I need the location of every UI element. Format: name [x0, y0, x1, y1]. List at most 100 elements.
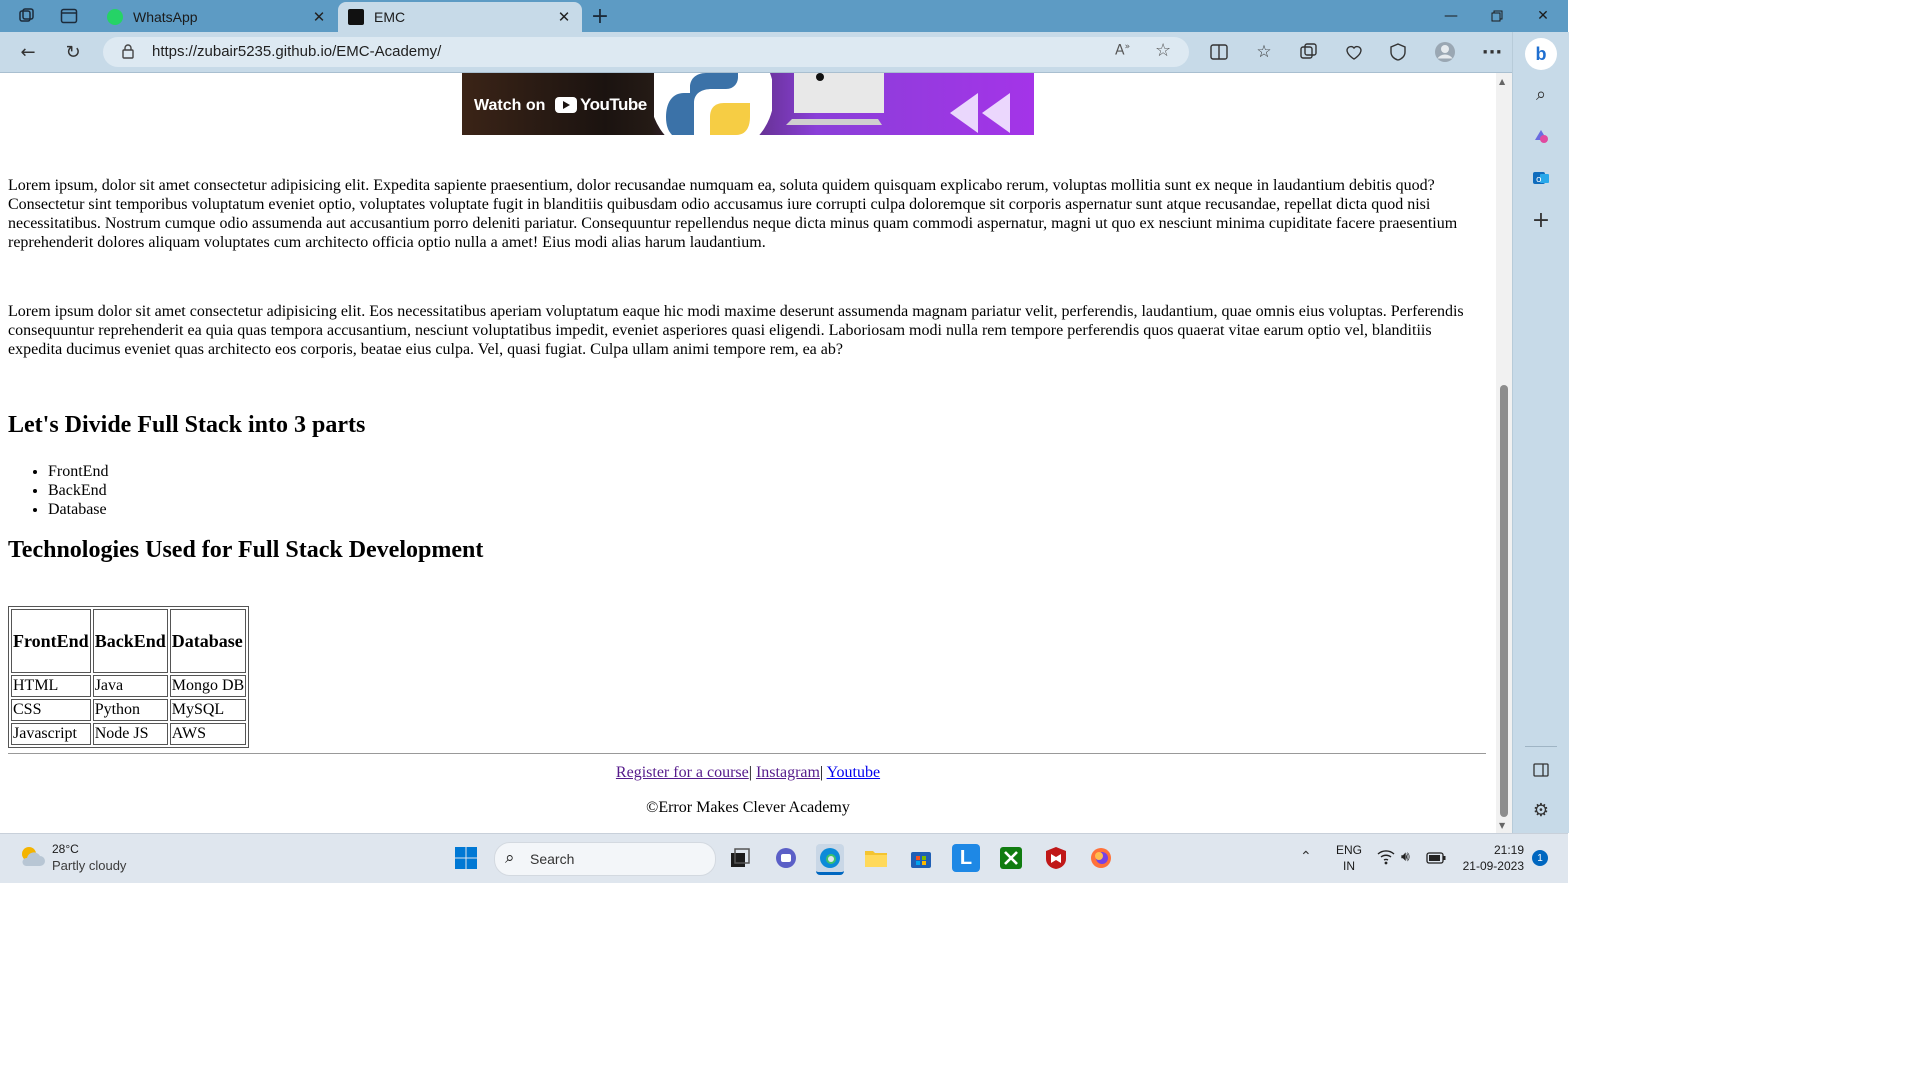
youtube-link[interactable]: Youtube	[827, 764, 881, 781]
sidebar-divider	[1525, 746, 1557, 747]
tab-title: WhatsApp	[133, 9, 198, 25]
outlook-icon[interactable]: o	[1529, 166, 1553, 190]
volume-icon[interactable]: 🔊︎	[1401, 848, 1410, 865]
list-item: Database	[48, 500, 108, 519]
clock-time: 21:19	[1493, 843, 1524, 857]
search-icon: ⌕	[505, 848, 515, 867]
second-paragraph: Lorem ipsum dolor sit amet consectetur a…	[8, 303, 1464, 358]
taskbar-search[interactable]: ⌕ Search	[494, 842, 716, 876]
web-page: Watch on YouTube Lorem ipsum, dolor sit …	[0, 73, 1496, 833]
svg-text:o: o	[1536, 175, 1542, 185]
wifi-icon[interactable]	[1377, 849, 1395, 870]
restore-icon[interactable]	[1474, 0, 1520, 32]
table-row: HTML Java Mongo DB	[11, 675, 247, 697]
list-item: BackEnd	[48, 481, 108, 500]
windows-taskbar: 28°C Partly cloudy ⌕ Search L ⌃ ENG IN 🔊…	[0, 833, 1568, 883]
lock-icon[interactable]	[121, 43, 135, 63]
weather-partly-cloudy-icon[interactable]	[18, 844, 46, 875]
url-text[interactable]: https://zubair5235.github.io/EMC-Academy…	[152, 43, 441, 60]
column-header: BackEnd	[92, 609, 168, 673]
table-cell: Java	[92, 675, 168, 697]
table-row: CSS Python MySQL	[11, 699, 247, 721]
tab-actions-icon[interactable]	[58, 6, 80, 26]
close-tab-icon[interactable]: ✕	[307, 8, 331, 26]
table-cell: Node JS	[92, 723, 168, 745]
table-cell: CSS	[11, 699, 91, 721]
table-cell: AWS	[169, 723, 247, 745]
emc-favicon-icon	[348, 9, 364, 25]
back-icon[interactable]: ←	[14, 38, 42, 66]
close-tab-icon[interactable]: ✕	[552, 8, 576, 26]
table-cell: Python	[92, 699, 168, 721]
favorite-star-icon[interactable]: ☆	[1155, 40, 1171, 61]
new-tab-icon[interactable]: +	[589, 4, 611, 29]
browser-essentials-icon[interactable]	[1342, 40, 1366, 64]
search-icon[interactable]: ⌕	[1529, 82, 1553, 106]
read-aloud-icon[interactable]: A»	[1115, 42, 1130, 59]
rewind-arrows-icon	[950, 93, 1010, 133]
microsoft-store-icon[interactable]	[907, 844, 935, 872]
weather-temperature[interactable]: 28°C	[52, 842, 79, 856]
clock[interactable]: 21:19 21-09-2023	[1452, 842, 1524, 874]
minimize-icon[interactable]: —	[1428, 0, 1474, 32]
firefox-icon[interactable]	[1087, 844, 1115, 872]
language-indicator[interactable]: ENG IN	[1336, 842, 1362, 874]
column-header: Database	[169, 609, 247, 673]
instagram-link[interactable]: Instagram	[756, 764, 820, 781]
browser-toolbar: ← ↻ https://zubair5235.github.io/EMC-Aca…	[0, 32, 1568, 73]
performance-icon[interactable]	[1386, 40, 1410, 64]
page-scrollbar[interactable]: ▲ ▼	[1496, 73, 1512, 833]
language-region: IN	[1343, 859, 1355, 873]
scrollbar-thumb[interactable]	[1500, 385, 1508, 817]
youtube-label: YouTube	[580, 95, 647, 114]
tab-title: EMC	[374, 9, 406, 25]
windows-start-icon[interactable]	[452, 844, 480, 872]
task-view-icon[interactable]	[726, 844, 754, 872]
edge-browser-icon[interactable]	[816, 844, 844, 875]
language-code: ENG	[1336, 843, 1363, 857]
tab-emc[interactable]: EMC ✕	[338, 2, 582, 32]
workspaces-icon[interactable]	[16, 6, 38, 26]
close-window-icon[interactable]: ✕	[1520, 0, 1566, 32]
refresh-icon[interactable]: ↻	[59, 38, 87, 66]
intro-paragraph: Lorem ipsum, dolor sit amet consectetur …	[8, 177, 1458, 251]
copyright-text: ©Error Makes Clever Academy	[646, 799, 850, 816]
weather-description[interactable]: Partly cloudy	[52, 858, 126, 873]
add-sidebar-app-icon[interactable]: +	[1529, 208, 1553, 233]
mcafee-shield-icon[interactable]	[1042, 844, 1070, 872]
notification-badge[interactable]: 1	[1532, 850, 1548, 866]
favorites-icon[interactable]: ☆	[1252, 40, 1276, 64]
file-explorer-icon[interactable]	[862, 844, 890, 872]
more-options-icon[interactable]: ···	[1480, 40, 1504, 64]
scroll-down-icon[interactable]: ▼	[1499, 821, 1505, 830]
collections-icon[interactable]	[1297, 40, 1321, 64]
table-cell: HTML	[11, 675, 91, 697]
table-cell: Mongo DB	[169, 675, 247, 697]
settings-gear-icon[interactable]: ⚙	[1529, 798, 1553, 822]
table-cell: MySQL	[169, 699, 247, 721]
browser-titlebar: WhatsApp ✕ EMC ✕ + — ✕	[0, 0, 1568, 32]
heading-full-stack-parts: Let's Divide Full Stack into 3 parts	[8, 412, 366, 438]
tab-whatsapp[interactable]: WhatsApp ✕	[97, 2, 337, 32]
monitor-illustration-icon	[786, 73, 884, 125]
youtube-logo: YouTube	[555, 95, 647, 115]
footer-divider	[8, 753, 1486, 754]
table-cell: Javascript	[11, 723, 91, 745]
l-app-icon[interactable]: L	[952, 844, 980, 872]
split-screen-icon[interactable]	[1207, 40, 1231, 64]
hide-sidebar-icon[interactable]	[1529, 758, 1553, 782]
profile-avatar[interactable]	[1433, 40, 1457, 64]
xbox-icon[interactable]	[997, 844, 1025, 872]
clock-date: 21-09-2023	[1462, 859, 1524, 873]
battery-icon[interactable]	[1426, 851, 1446, 869]
full-stack-parts-list: FrontEnd BackEnd Database	[8, 462, 108, 519]
link-separator: |	[748, 764, 752, 781]
teams-chat-icon[interactable]	[772, 844, 800, 872]
copilot-icon[interactable]	[1529, 124, 1553, 148]
show-hidden-icons-chevron-icon[interactable]: ⌃	[1300, 848, 1312, 865]
address-bar[interactable]: https://zubair5235.github.io/EMC-Academy…	[103, 37, 1189, 67]
scroll-up-icon[interactable]: ▲	[1499, 77, 1505, 86]
bing-chat-icon[interactable]: b	[1525, 38, 1557, 70]
youtube-video-banner[interactable]: Watch on YouTube	[462, 73, 1034, 135]
register-course-link[interactable]: Register for a course	[616, 764, 749, 781]
